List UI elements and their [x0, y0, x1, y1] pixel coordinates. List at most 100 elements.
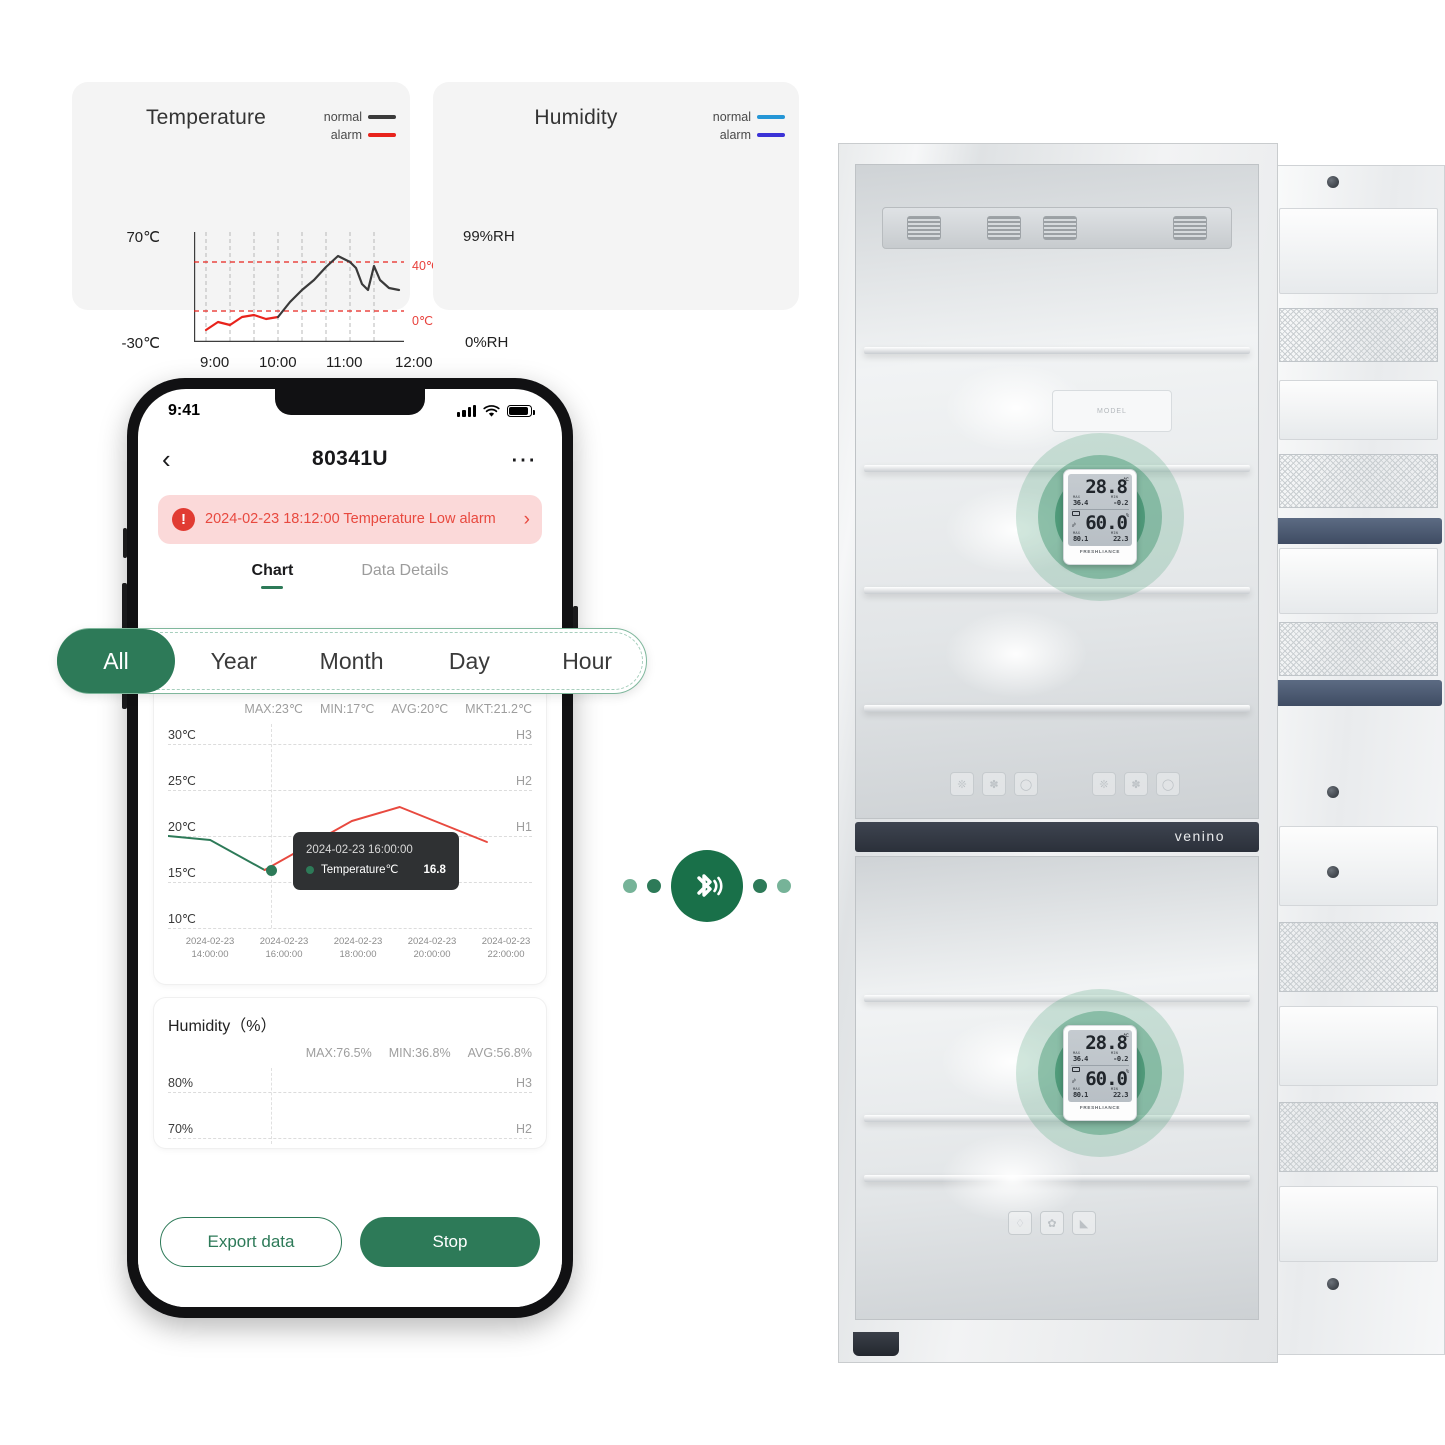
- vent-grille-icon: [1043, 216, 1077, 240]
- fridge-interior-label: MODEL: [1052, 390, 1172, 432]
- humidity-stat-max: MAX:76.5%: [305, 1046, 372, 1060]
- temp-x-tick-0: 9:00: [200, 354, 230, 371]
- temperature-chart-legend: normal alarm: [324, 108, 396, 144]
- connection-dot: [753, 879, 767, 893]
- alarm-banner-text: 2024‑02‑23 18:12:00 Temperature Low alar…: [205, 510, 496, 527]
- legend-row-normal: normal: [713, 108, 785, 126]
- fridge-function-icons: ❊ ✽ ◯: [1092, 772, 1180, 796]
- fridge-vent-bar: [882, 207, 1232, 249]
- range-item-hour[interactable]: Hour: [528, 648, 646, 675]
- sensor-humidity-value: 60.0: [1085, 512, 1128, 534]
- meat-icon: ♢: [1008, 1211, 1032, 1235]
- door-hinge: [1327, 786, 1339, 798]
- battery-icon: [1072, 511, 1080, 516]
- door-bin: [1279, 548, 1438, 614]
- sensor-humidity-value: 60.0: [1085, 1070, 1128, 1089]
- sensor-lower: 28.8 ℃ MAX 36.4 MIN -0.2 ☍ 60.0 % MAX 80…: [1016, 989, 1184, 1157]
- fridge-brand-label: venino: [1174, 828, 1225, 844]
- legend-row-alarm: alarm: [713, 126, 785, 144]
- door-mesh-basket: [1279, 1102, 1438, 1172]
- range-item-all[interactable]: All: [57, 629, 175, 693]
- temp-x-tick-1: 10:00: [259, 354, 297, 371]
- tooltip-series-dot-icon: [306, 866, 314, 875]
- phone-silence-switch[interactable]: [123, 528, 127, 558]
- sensor-hum-max-value: 80.1: [1073, 1091, 1088, 1099]
- humidity-h-label-0: H3: [516, 1076, 532, 1090]
- timer-icon: ◯: [1014, 772, 1038, 796]
- chart-tooltip: 2024‑02‑23 16:00:00 Temperature℃ 16.8: [293, 832, 459, 891]
- door-bin: [1279, 380, 1438, 440]
- grid-line-vertical: [271, 1068, 272, 1144]
- stop-button[interactable]: Stop: [360, 1217, 540, 1267]
- humidity-h-label-1: H2: [516, 1122, 532, 1136]
- humidity-chart-legend: normal alarm: [713, 108, 785, 144]
- sensor-brand-label: FRESHLIANCE: [1079, 549, 1121, 554]
- temperature-stat-mkt: MKT:21.2℃: [465, 702, 532, 716]
- temp-threshold-low-label: 0℃: [412, 314, 433, 328]
- legend-swatch-alarm: [757, 133, 785, 137]
- interior-light-glow: [946, 611, 1086, 697]
- door-mesh-basket: [1279, 454, 1438, 508]
- phone-notch: [275, 389, 425, 415]
- vent-grille-icon: [1173, 216, 1207, 240]
- refrigerator-photo: MODEL ❊ ✽ ◯ ❊ ✽ ◯ venino ♢ ✿ ◣ 28.8 ℃ MA…: [838, 143, 1445, 1363]
- door-tray: [1275, 518, 1442, 544]
- legend-label-alarm: alarm: [330, 128, 362, 142]
- chevron-right-icon[interactable]: ›: [524, 509, 530, 531]
- humidity-stats: MAX:76.5% MIN:36.8% AVG:56.8%: [168, 1046, 532, 1060]
- bluetooth-icon: ☍: [1072, 1078, 1076, 1085]
- legend-swatch-normal: [368, 115, 396, 119]
- door-hinge: [1327, 176, 1339, 188]
- temp-y-bottom-label: -30℃: [121, 335, 160, 352]
- sensor-temperature-number: 28.8: [1085, 1032, 1128, 1054]
- tooltip-series-label: Temperature℃: [321, 863, 399, 876]
- sensor-humidity-unit: %: [1125, 513, 1129, 519]
- grid-line: [168, 1138, 532, 1139]
- battery-icon: [507, 405, 535, 417]
- fruit-icon: ✿: [1040, 1211, 1064, 1235]
- humidity-y-label-1: 70%: [168, 1122, 194, 1136]
- legend-label-alarm: alarm: [719, 128, 751, 142]
- wifi-icon: [483, 404, 500, 417]
- door-bin: [1279, 208, 1438, 294]
- phone-screen: 9:41 ‹ 80341U ⋯ ! 2024‑02‑23 18:12:00 Te…: [138, 389, 562, 1307]
- temp-y-top-label: 70℃: [126, 229, 160, 246]
- fridge-cabinet: MODEL ❊ ✽ ◯ ❊ ✽ ◯ venino ♢ ✿ ◣: [838, 143, 1278, 1363]
- status-bar-time: 9:41: [168, 402, 201, 419]
- tab-data-details[interactable]: Data Details: [361, 562, 448, 589]
- temperature-stat-min: MIN:17℃: [319, 702, 375, 716]
- legend-swatch-alarm: [368, 133, 396, 137]
- humidity-stat-avg: AVG:56.8%: [467, 1046, 532, 1060]
- timer-icon: ◯: [1156, 772, 1180, 796]
- range-item-year[interactable]: Year: [175, 648, 293, 675]
- temperature-x-label-0: 2024‑02‑23 14:00:00: [185, 936, 235, 960]
- temperature-plot-body: 30℃ 25℃ 20℃ 15℃ 10℃ H3 H2 H1 2024‑02‑23 …: [168, 724, 532, 974]
- range-item-month[interactable]: Month: [293, 648, 411, 675]
- temperature-point-marker: [266, 865, 277, 876]
- sensor-temp-min-value: -0.2: [1113, 499, 1128, 507]
- range-item-day[interactable]: Day: [411, 648, 529, 675]
- sensor-temp-max-value: 36.4: [1073, 499, 1088, 507]
- tooltip-value-row: Temperature℃ 16.8: [306, 861, 446, 881]
- sensor-humidity-number: 60.0: [1085, 512, 1128, 534]
- door-tray: [1275, 680, 1442, 706]
- alarm-banner[interactable]: ! 2024‑02‑23 18:12:00 Temperature Low al…: [158, 495, 542, 544]
- tab-chart[interactable]: Chart: [252, 562, 294, 589]
- sensor-brand-label: FRESHLIANCE: [1079, 1105, 1121, 1110]
- bluetooth-icon: ☍: [1072, 522, 1076, 529]
- sensor-upper: 28.8 ℃ MAX 36.4 MIN -0.2 ☍ 60.0 % MAX 80…: [1016, 433, 1184, 601]
- temperature-stat-max: MAX:23℃: [244, 702, 303, 716]
- temp-x-tick-3: 12:00: [395, 354, 433, 371]
- sensor-lcd: 28.8 ℃ MAX 36.4 MIN -0.2 ☍ 60.0 % MAX 80…: [1068, 1030, 1132, 1102]
- export-data-button[interactable]: Export data: [160, 1217, 342, 1267]
- temperature-chart-card: Temperature normal alarm 70℃ -30℃ 40℃ 0℃…: [72, 82, 440, 371]
- sensor-lcd: 28.8 ℃ MAX 36.4 MIN -0.2 ☍ 60.0 % MAX 80…: [1068, 474, 1132, 546]
- back-chevron-icon[interactable]: ‹: [162, 446, 171, 472]
- more-horizontal-icon[interactable]: ⋯: [510, 446, 538, 472]
- temperature-plot: [194, 232, 404, 342]
- humidity-chart-card: Humidity normal alarm 99%RH 0%RH: [433, 82, 1210, 371]
- phone-mockup: 9:41 ‹ 80341U ⋯ ! 2024‑02‑23 18:12:00 Te…: [122, 375, 578, 1321]
- vent-grille-icon: [907, 216, 941, 240]
- temperature-x-label-4: 2024‑02‑23 22:00:00: [481, 936, 531, 960]
- sensor-device: 28.8 ℃ MAX 36.4 MIN -0.2 ☍ 60.0 % MAX 80…: [1063, 469, 1137, 565]
